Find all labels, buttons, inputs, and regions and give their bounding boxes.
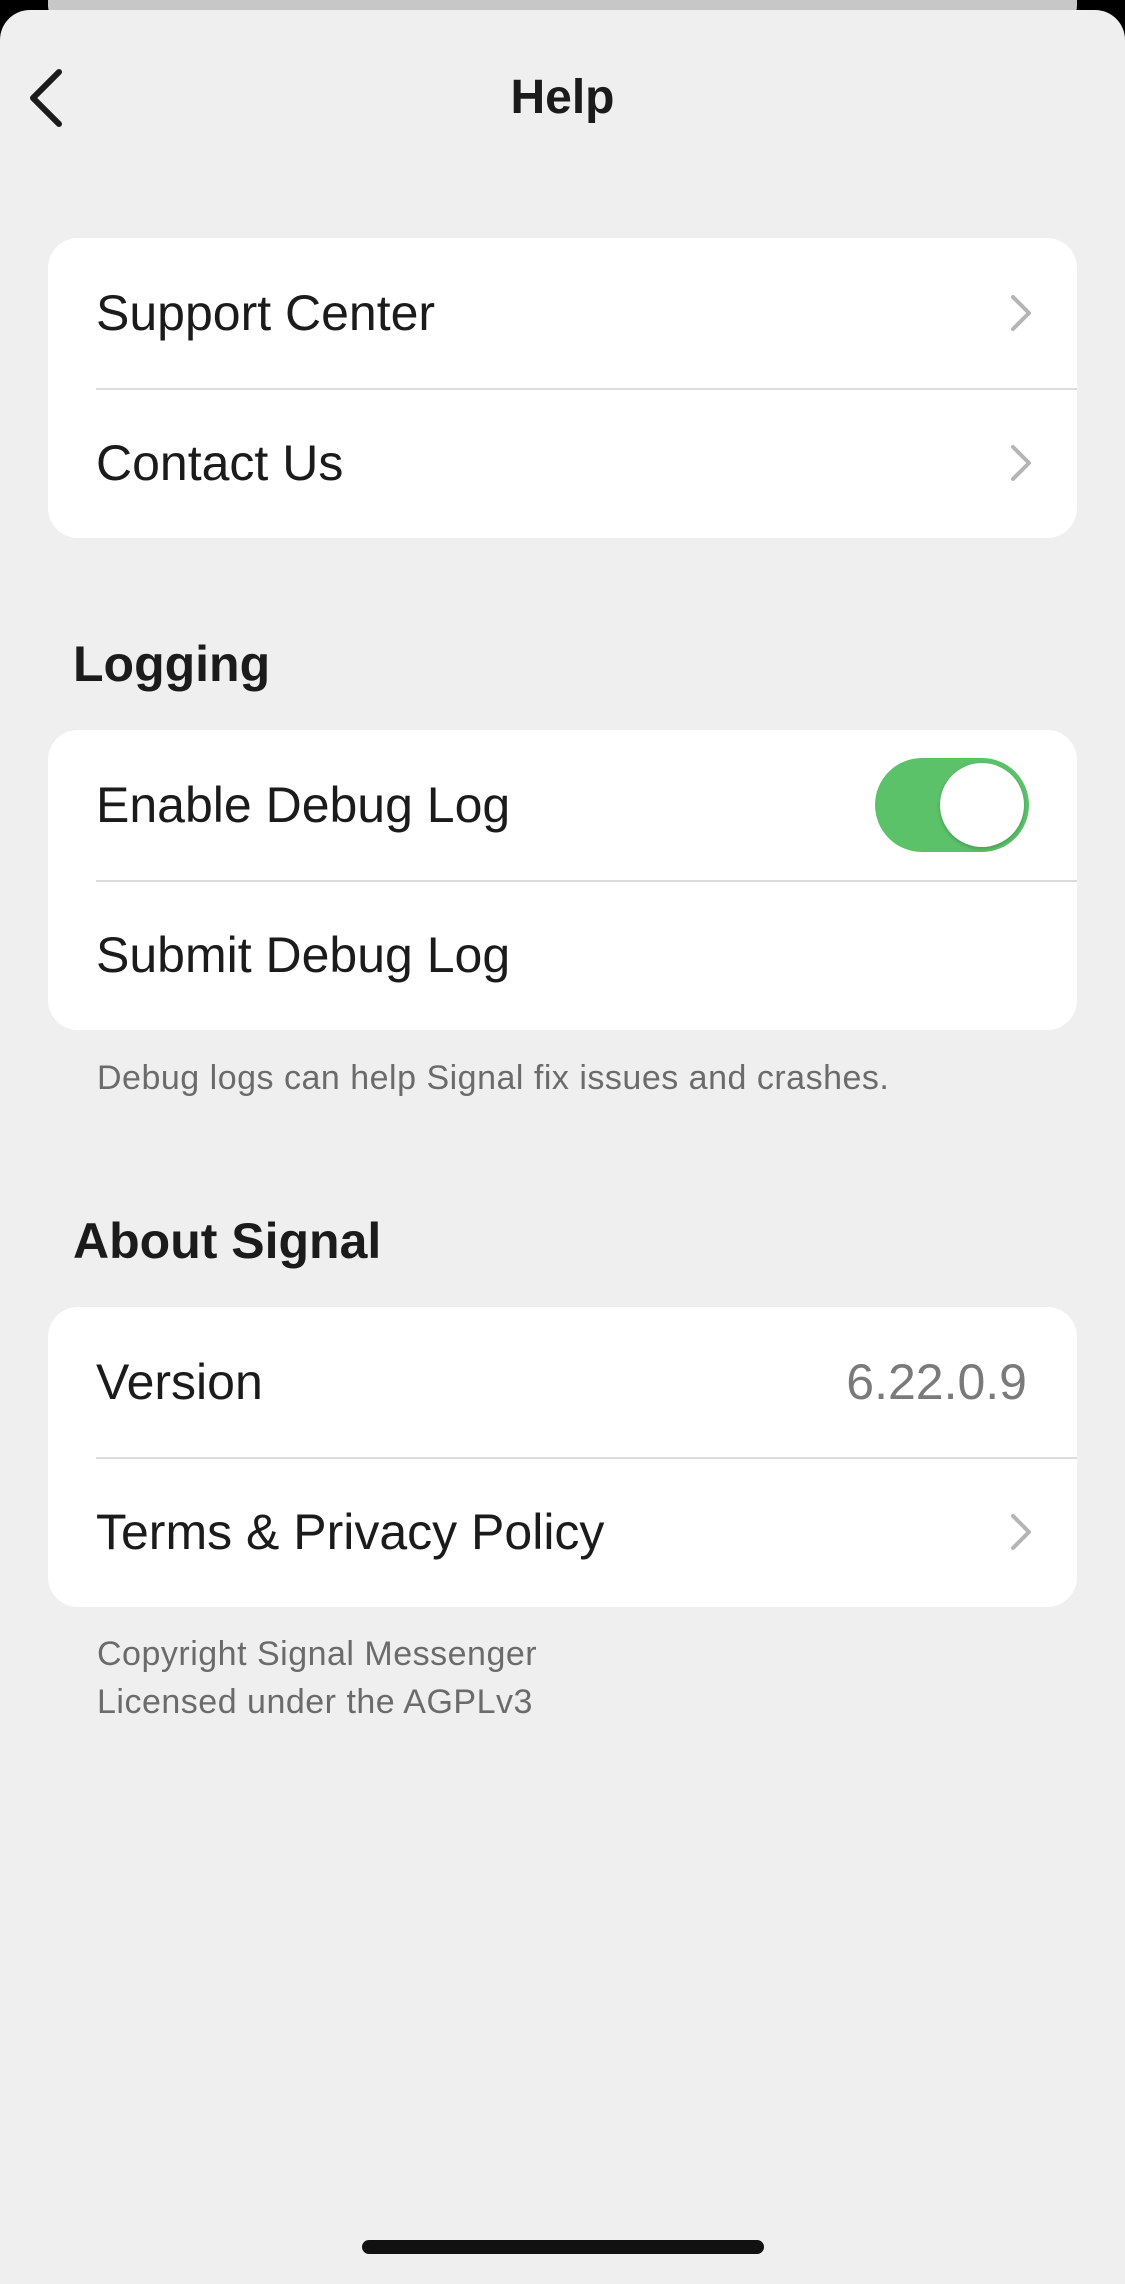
support-center-row[interactable]: Support Center [48, 238, 1077, 388]
submit-debug-log-row[interactable]: Submit Debug Log [48, 880, 1077, 1030]
home-indicator[interactable] [362, 2240, 764, 2254]
about-group: Version 6.22.0.9 Terms & Privacy Policy [48, 1307, 1077, 1607]
logging-group: Enable Debug Log Submit Debug Log [48, 730, 1077, 1030]
about-section-header: About Signal [73, 1213, 382, 1269]
help-sheet: Help Support Center Contact Us Logging E… [0, 10, 1125, 2284]
chevron-right-icon [1011, 295, 1031, 331]
logging-footer: Debug logs can help Signal fix issues an… [97, 1059, 890, 1097]
submit-debug-log-label: Submit Debug Log [96, 927, 511, 983]
debug-log-toggle[interactable] [875, 758, 1029, 852]
enable-debug-log-label: Enable Debug Log [96, 777, 511, 833]
about-footer-license: Licensed under the AGPLv3 [97, 1683, 533, 1721]
terms-privacy-label: Terms & Privacy Policy [96, 1504, 605, 1560]
version-row: Version 6.22.0.9 [48, 1307, 1077, 1457]
version-label: Version [96, 1354, 263, 1410]
page-title: Help [510, 71, 615, 124]
version-value: 6.22.0.9 [846, 1354, 1027, 1410]
chevron-right-icon [1011, 445, 1031, 481]
support-center-label: Support Center [96, 285, 436, 341]
logging-section-header: Logging [73, 636, 271, 692]
terms-privacy-row[interactable]: Terms & Privacy Policy [48, 1457, 1077, 1607]
chevron-right-icon [1011, 1514, 1031, 1550]
enable-debug-log-row: Enable Debug Log [48, 730, 1077, 880]
about-footer-copyright: Copyright Signal Messenger [97, 1635, 538, 1673]
contact-us-label: Contact Us [96, 435, 344, 491]
navigation-bar: Help [0, 10, 1125, 180]
support-group: Support Center Contact Us [48, 238, 1077, 538]
toggle-knob [940, 763, 1024, 847]
contact-us-row[interactable]: Contact Us [48, 388, 1077, 538]
